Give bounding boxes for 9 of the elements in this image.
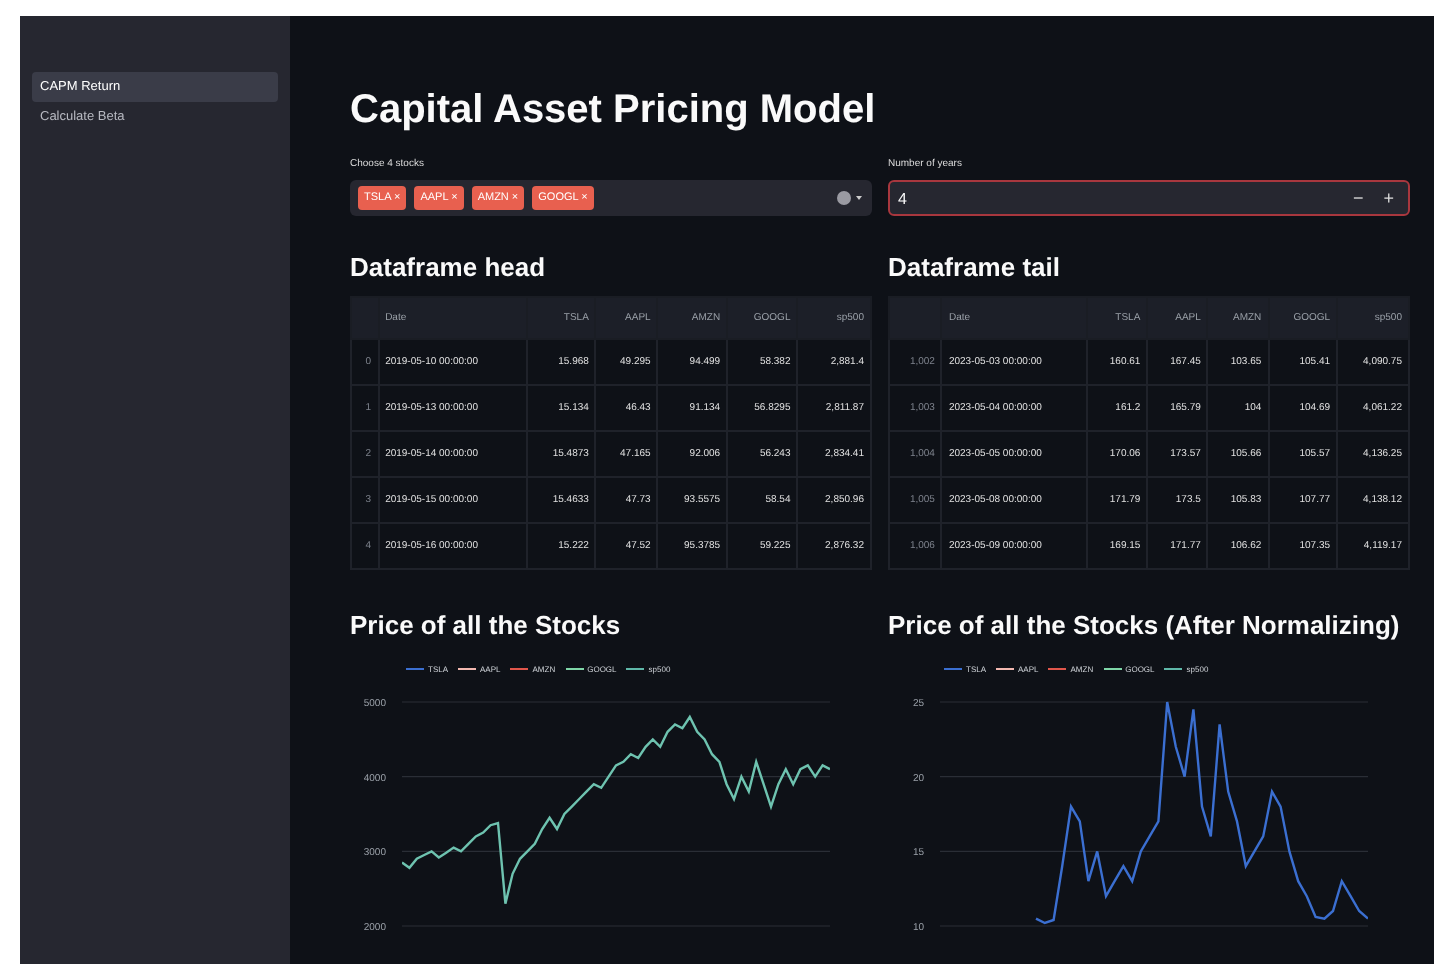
- chart-title: Price of all the Stocks (After Normalizing): [888, 610, 1402, 640]
- chart-title: Price of all the Stocks: [350, 610, 623, 640]
- decrement-button[interactable]: −: [1346, 188, 1370, 208]
- section-heading: Dataframe tail: [888, 252, 1062, 282]
- years-input[interactable]: 4 − +: [888, 180, 1410, 216]
- increment-button[interactable]: +: [1377, 188, 1400, 208]
- page-title: Capital Asset Pricing Model: [350, 88, 878, 134]
- section-heading: Dataframe head: [350, 252, 548, 282]
- clear-and-caret-icon[interactable]: [836, 190, 864, 206]
